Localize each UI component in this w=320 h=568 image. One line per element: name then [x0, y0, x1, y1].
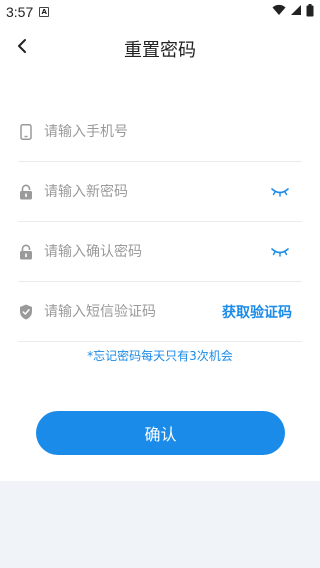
header: 重置密码	[0, 28, 320, 68]
page-sheet: 3:57 A 重置密码 请输入手机号 请输入短信验证码 获取验证码 *忘记密码每…	[0, 0, 320, 481]
new-password-row	[18, 162, 302, 222]
signal-icon	[290, 4, 302, 20]
confirm-button[interactable]: 确认	[36, 411, 285, 455]
sms-code-row: 获取验证码	[18, 282, 302, 342]
new-password-input[interactable]	[44, 183, 268, 200]
get-code-button[interactable]: 获取验证码	[222, 302, 292, 322]
status-bar: 3:57 A	[0, 0, 320, 24]
toggle-password-visibility-button[interactable]	[268, 182, 292, 202]
lock-icon	[18, 184, 34, 200]
battery-icon	[306, 3, 314, 21]
eye-closed-icon	[271, 247, 289, 257]
eye-closed-icon	[271, 187, 289, 197]
lock-icon	[18, 244, 34, 260]
phone-input[interactable]	[44, 123, 302, 140]
page-title: 重置密码	[124, 40, 196, 61]
shield-check-icon	[18, 304, 34, 320]
status-icons	[272, 3, 314, 21]
sms-code-input[interactable]	[44, 303, 222, 320]
phone-row	[18, 102, 302, 162]
status-time: 3:57	[6, 4, 34, 20]
retry-limit-note: *忘记密码每天只有3次机会	[87, 349, 233, 363]
phone-icon	[18, 123, 34, 140]
wifi-icon	[272, 4, 286, 20]
toggle-confirm-visibility-button[interactable]	[268, 242, 292, 262]
confirm-password-row	[18, 222, 302, 282]
notification-icon: A	[39, 7, 50, 17]
confirm-password-input[interactable]	[44, 243, 268, 260]
